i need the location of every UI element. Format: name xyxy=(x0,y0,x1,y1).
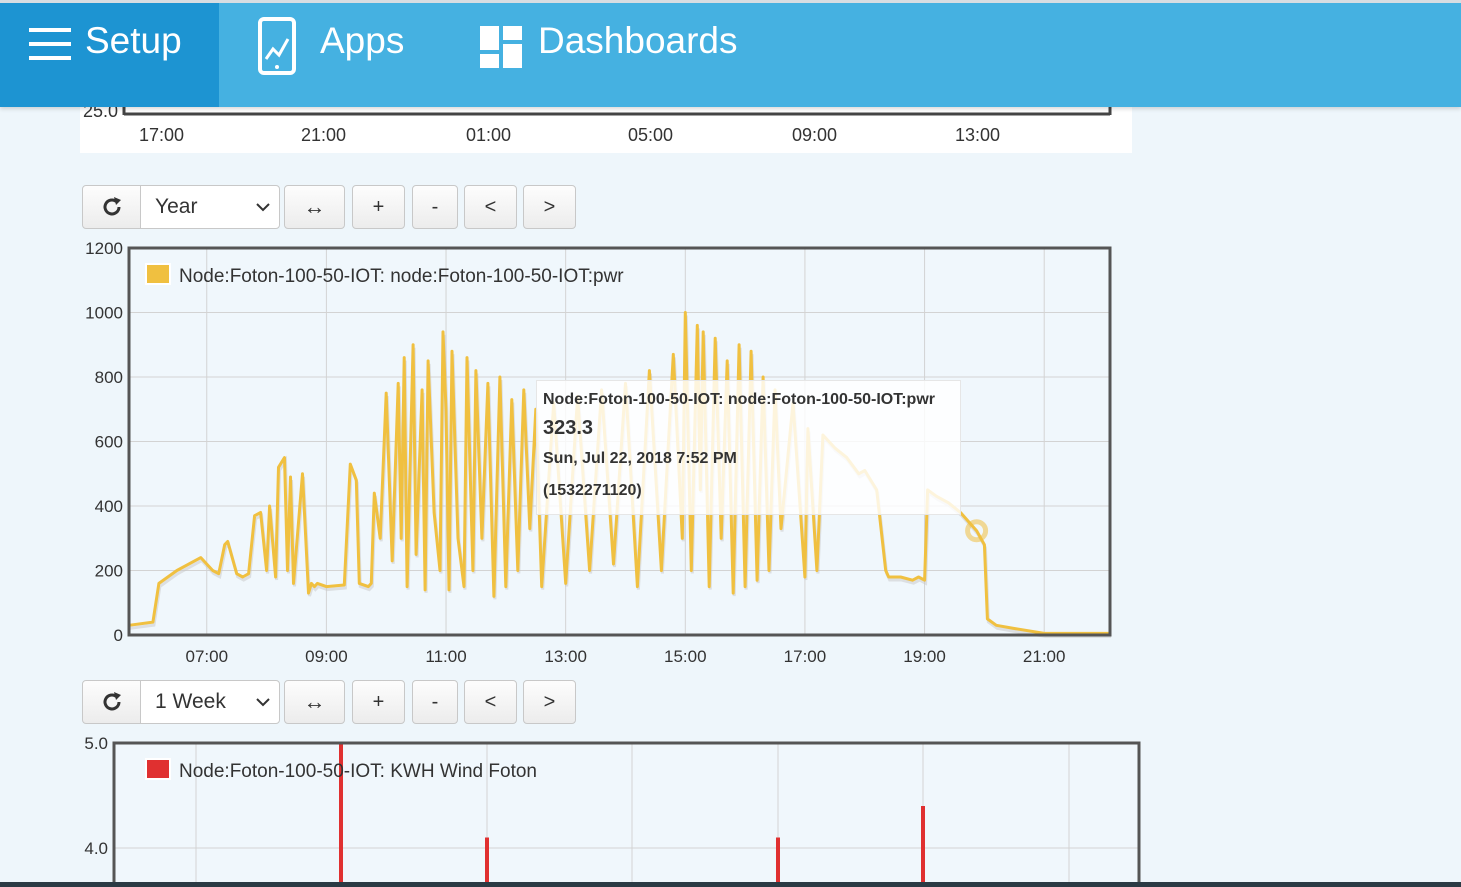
x-tick-label: 13:00 xyxy=(544,647,587,666)
x-tick-label: 15:00 xyxy=(664,647,707,666)
dashboard-grid-icon xyxy=(480,25,522,77)
y-tick-label: 1000 xyxy=(85,304,123,323)
tablet-chart-icon xyxy=(258,16,296,84)
nav-apps[interactable]: Apps xyxy=(258,3,404,107)
bar xyxy=(921,806,925,887)
bar xyxy=(776,837,780,887)
refresh-icon xyxy=(103,692,121,711)
nav-apps-label: Apps xyxy=(320,20,405,61)
x-tick-label: 09:00 xyxy=(305,647,348,666)
previous-button[interactable]: < xyxy=(464,680,517,724)
y-tick-label: 200 xyxy=(95,562,123,581)
nav-setup-label: Setup xyxy=(85,20,182,61)
y-tick-label: 1200 xyxy=(85,239,123,258)
x-tick-label: 11:00 xyxy=(425,647,466,666)
zoom-in-label: + xyxy=(372,690,385,713)
chart-tooltip: Node:Foton-100-50-IOT: node:Foton-100-50… xyxy=(536,380,961,515)
legend-swatch xyxy=(145,263,171,285)
nav-dashboards[interactable]: Dashboards xyxy=(480,3,738,107)
zoom-out-button[interactable]: - xyxy=(412,680,458,724)
tooltip-series: Node:Foton-100-50-IOT: node:Foton-100-50… xyxy=(543,391,935,408)
legend-label: Node:Foton-100-50-IOT: node:Foton-100-50… xyxy=(179,266,624,287)
nav-setup[interactable]: Setup xyxy=(0,3,219,107)
expand-button[interactable]: ↔ xyxy=(284,680,345,724)
x-tick-label: 19:00 xyxy=(903,647,946,666)
y-tick-label: 0 xyxy=(114,626,123,645)
chevron-down-icon xyxy=(256,698,270,707)
window-top-border xyxy=(0,0,1461,3)
taskbar-edge xyxy=(0,882,1461,887)
next-button[interactable]: > xyxy=(523,680,576,724)
x-tick-label: 21:00 xyxy=(1023,647,1066,666)
refresh-button[interactable] xyxy=(82,680,141,724)
y-tick-label: 800 xyxy=(95,368,123,387)
next-label: > xyxy=(543,690,556,713)
y-tick-label: 4.0 xyxy=(84,839,108,858)
legend-swatch xyxy=(145,758,171,780)
tooltip-value: 323.3 xyxy=(543,417,594,439)
hamburger-menu-icon xyxy=(29,24,71,73)
nav-dashboards-label: Dashboards xyxy=(538,20,738,61)
expand-icon: ↔ xyxy=(303,689,326,714)
zoom-out-label: - xyxy=(431,690,439,713)
range-select-value: 1 Week xyxy=(155,690,226,713)
y-tick-label: 400 xyxy=(95,497,123,516)
x-tick-label: 17:00 xyxy=(784,647,827,666)
range-select[interactable]: 1 Week xyxy=(140,680,280,724)
tooltip-date: Sun, Jul 22, 2018 7:52 PM xyxy=(543,450,737,467)
bar xyxy=(485,837,489,887)
top-navigation-bar: Setup Apps Dashboards xyxy=(0,3,1461,107)
y-tick-label: 5.0 xyxy=(84,734,108,753)
y-tick-label: 600 xyxy=(95,433,123,452)
previous-label: < xyxy=(484,690,497,713)
legend-label: Node:Foton-100-50-IOT: KWH Wind Foton xyxy=(179,761,537,782)
zoom-in-button[interactable]: + xyxy=(352,680,405,724)
x-tick-label: 07:00 xyxy=(185,647,228,666)
tooltip-timestamp: (1532271120) xyxy=(543,482,642,499)
